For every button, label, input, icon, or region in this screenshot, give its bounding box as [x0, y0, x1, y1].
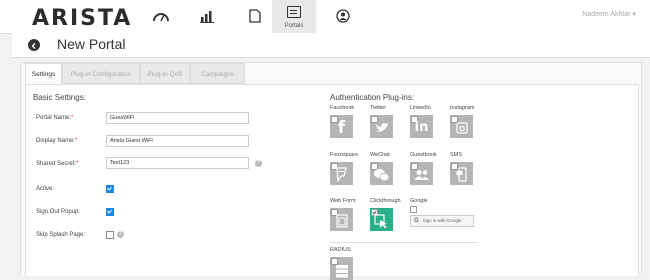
- google-signin-button[interactable]: G Sign in with Google: [410, 215, 474, 227]
- plugin-radius-label: RADIUS: [330, 247, 351, 253]
- page-title: New Portal: [57, 36, 126, 52]
- plugin-wechat-label: WeChat: [370, 152, 390, 158]
- help-icon[interactable]: ?: [117, 231, 124, 238]
- plugin-instagram-label: Instagram: [450, 105, 475, 111]
- display-name-label-text: Display Name:: [36, 138, 76, 144]
- display-name-label: Display Name:*: [36, 138, 77, 144]
- portal-panel: Settings Plug-in Configuration Plug-in Q…: [20, 62, 642, 280]
- active-checkbox[interactable]: [106, 185, 114, 193]
- required-mark: *: [76, 161, 79, 167]
- reports-icon[interactable]: [244, 7, 266, 25]
- cursor-click-icon: [374, 214, 387, 229]
- back-button[interactable]: [28, 39, 40, 51]
- portal-name-label: Portal Name:*: [36, 115, 73, 121]
- analytics-icon[interactable]: [196, 7, 218, 25]
- shared-secret-label-text: Shared Secret:: [36, 161, 77, 167]
- user-settings-icon[interactable]: [332, 7, 354, 25]
- plugin-guestbook-label: Guestbook: [410, 152, 437, 158]
- settings-content: Basic Settings: Portal Name:* GuesWiFi D…: [25, 84, 639, 280]
- divider: [330, 242, 478, 243]
- server-icon: [336, 265, 348, 278]
- plugin-webform-label: Web Form: [330, 198, 356, 204]
- signout-popup-checkbox[interactable]: [106, 208, 114, 216]
- plugin-twitter-tile[interactable]: [370, 115, 393, 138]
- plugin-google-label: Google: [410, 198, 428, 204]
- plugin-clickthrough-label: Clickthrough: [370, 198, 401, 204]
- sms-phone-icon: [456, 167, 467, 182]
- plugin-facebook-tile[interactable]: f: [330, 115, 353, 138]
- plugin-foursquare-tile[interactable]: [330, 162, 353, 185]
- plugin-foursquare-label: Foursquare: [330, 152, 359, 158]
- plugin-sms-label: SMS: [450, 152, 462, 158]
- plugin-clickthrough-tile[interactable]: [370, 208, 393, 231]
- tab-campaigns[interactable]: Campaigns: [190, 63, 245, 84]
- dashboard-icon[interactable]: [150, 7, 172, 25]
- user-menu[interactable]: Nadeem Akhtar ▾: [582, 10, 636, 18]
- nav-portals-label: Portals: [284, 23, 304, 29]
- google-signin-label: Sign in with Google: [422, 218, 462, 223]
- twitter-icon: [376, 123, 388, 132]
- help-icon[interactable]: ?: [255, 160, 262, 167]
- foursquare-icon: [336, 167, 347, 182]
- portal-name-input[interactable]: GuesWiFi: [106, 112, 249, 124]
- top-bar: ARISTA Portals Nadeem Akhtar ▾: [0, 0, 650, 34]
- tab-plugin-qos[interactable]: Plug-in QoS: [140, 63, 190, 84]
- facebook-icon: f: [337, 118, 346, 138]
- linkedin-icon: in: [414, 120, 429, 135]
- plugin-radius-tile[interactable]: [330, 257, 353, 280]
- chevron-left-icon: [31, 43, 36, 49]
- tab-settings[interactable]: Settings: [25, 63, 62, 84]
- guestbook-icon: [414, 170, 429, 180]
- portals-icon: [287, 6, 301, 18]
- wechat-icon: [374, 169, 390, 182]
- plugin-wechat-tile[interactable]: [370, 162, 393, 185]
- shared-secret-input[interactable]: Test123: [106, 157, 249, 169]
- plugin-google-checkbox[interactable]: [410, 206, 417, 213]
- instagram-icon: [456, 122, 468, 134]
- portal-name-label-text: Portal Name:: [36, 115, 72, 121]
- chevron-down-icon: ▾: [632, 11, 636, 18]
- nav-portals[interactable]: Portals: [272, 0, 316, 33]
- required-mark: *: [75, 138, 78, 144]
- skip-splash-label: Skip Splash Page:: [36, 232, 86, 238]
- shared-secret-label: Shared Secret:*: [36, 161, 78, 167]
- plugin-linkedin-label: LinkedIn: [410, 105, 431, 111]
- tab-plugin-configuration[interactable]: Plug-in Configuration: [62, 63, 140, 84]
- page-header: New Portal: [12, 33, 650, 58]
- active-label: Active:: [36, 186, 55, 192]
- plugin-guestbook-tile[interactable]: [410, 162, 433, 185]
- required-mark: *: [71, 115, 74, 121]
- webform-icon: [336, 214, 348, 228]
- skip-splash-checkbox[interactable]: [106, 231, 114, 239]
- arista-logo: ARISTA: [32, 6, 133, 31]
- basic-settings-title: Basic Settings:: [33, 93, 86, 102]
- signout-popup-label: Sign Out Popup:: [36, 209, 81, 215]
- plugin-facebook-label: Facebook: [330, 105, 355, 111]
- plugin-sms-tile[interactable]: [450, 162, 473, 185]
- user-name: Nadeem Akhtar: [582, 11, 631, 18]
- plugin-webform-tile[interactable]: [330, 208, 353, 231]
- auth-plugins-title: Authentication Plug-ins:: [330, 93, 415, 102]
- plugin-instagram-tile[interactable]: [450, 115, 473, 138]
- plugin-linkedin-tile[interactable]: in: [410, 115, 433, 138]
- display-name-input[interactable]: Arista Guest WiFi: [106, 135, 249, 147]
- plugin-twitter-label: Twitter: [370, 105, 387, 111]
- google-icon: G: [414, 218, 419, 224]
